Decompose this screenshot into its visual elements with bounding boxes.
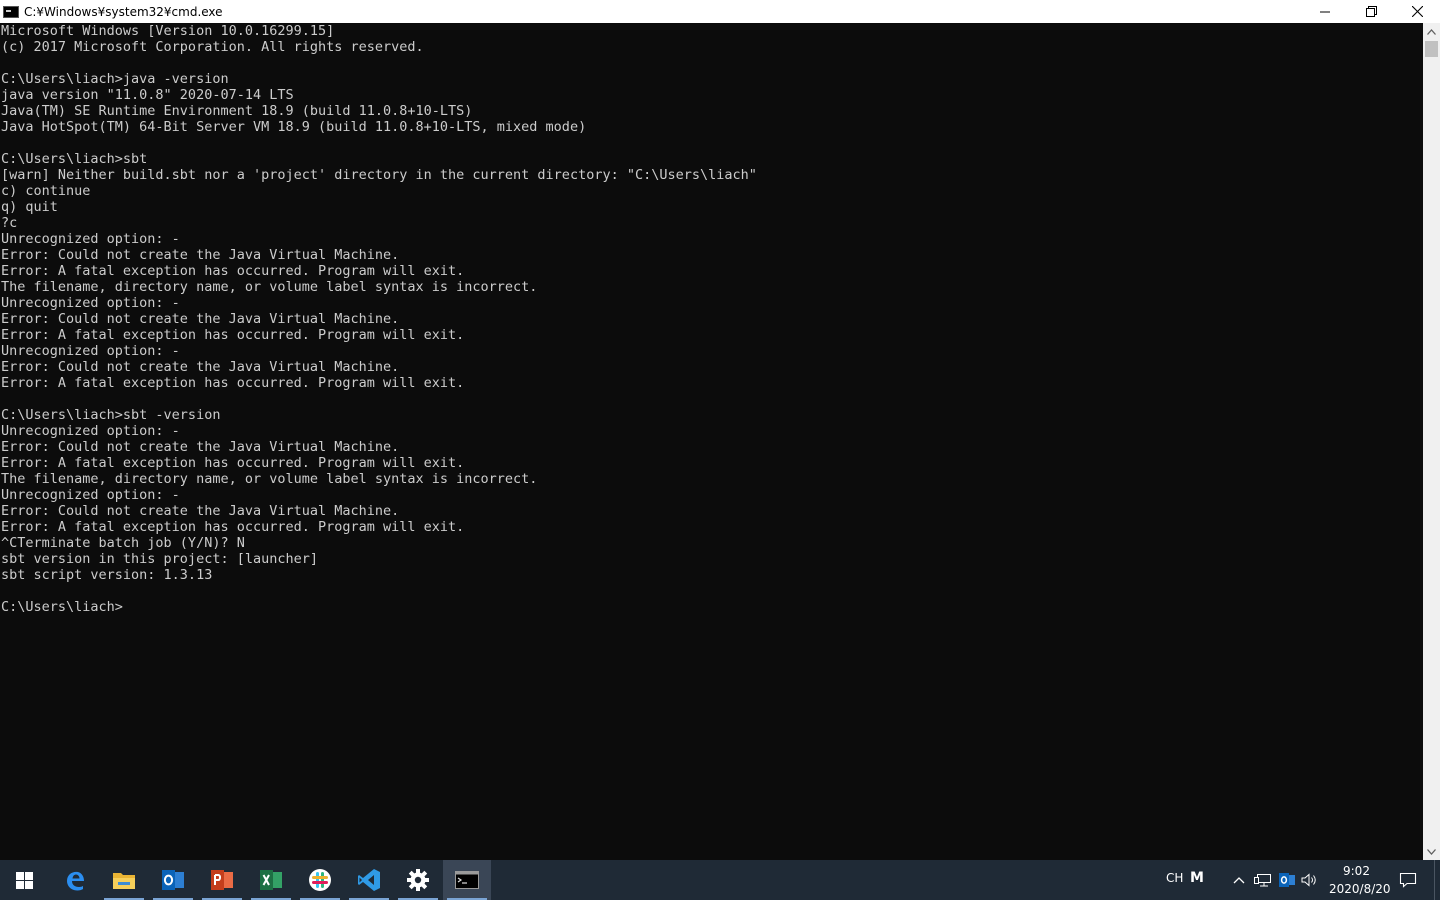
console-line: Error: Could not create the Java Virtual… xyxy=(1,503,400,519)
console-line: (c) 2017 Microsoft Corporation. All righ… xyxy=(1,39,424,55)
console-line: Error: A fatal exception has occurred. P… xyxy=(1,519,465,535)
outlook-tray-button[interactable] xyxy=(1277,860,1297,900)
console-line: Error: Could not create the Java Virtual… xyxy=(1,311,400,327)
scroll-down-button[interactable] xyxy=(1423,843,1440,860)
console-line: java version "11.0.8" 2020-07-14 LTS xyxy=(1,87,294,103)
minimize-button[interactable] xyxy=(1302,0,1348,23)
console-line: Error: A fatal exception has occurred. P… xyxy=(1,455,465,471)
console-line: Unrecognized option: - xyxy=(1,295,180,311)
console-line: ?c xyxy=(1,215,18,231)
network-tray-button[interactable] xyxy=(1253,860,1273,900)
taskbar: CH M 9:02 2020/8/20 xyxy=(0,860,1440,900)
cmd-app-icon xyxy=(3,5,19,18)
file-explorer-icon xyxy=(113,873,135,889)
close-icon xyxy=(1411,6,1423,17)
volume-tray-button[interactable] xyxy=(1300,860,1320,900)
speaker-icon xyxy=(1301,873,1316,887)
network-icon xyxy=(1254,874,1271,887)
clock-date: 2020/8/20 xyxy=(1329,882,1391,896)
console-line: Error: A fatal exception has occurred. P… xyxy=(1,375,465,391)
taskbar-app-edge[interactable] xyxy=(51,860,99,900)
console-line: C:\Users\liach>java -version xyxy=(1,71,229,87)
taskbar-app-file-explorer[interactable] xyxy=(100,860,148,900)
taskbar-app-powerpoint[interactable] xyxy=(198,860,246,900)
console-line: Error: Could not create the Java Virtual… xyxy=(1,359,400,375)
chevron-up-icon xyxy=(1427,28,1436,35)
restore-icon xyxy=(1365,6,1377,17)
console-line: q) quit xyxy=(1,199,58,215)
window-title: C:¥Windows¥system32¥cmd.exe xyxy=(24,4,223,19)
console-line: ^CTerminate batch job (Y/N)? N xyxy=(1,535,245,551)
console-line: C:\Users\liach>sbt -version xyxy=(1,407,221,423)
clock-button[interactable]: 9:02 2020/8/20 xyxy=(1326,860,1391,900)
console-line: Unrecognized option: - xyxy=(1,487,180,503)
show-desktop-button[interactable] xyxy=(1434,860,1440,900)
scroll-thumb[interactable] xyxy=(1425,41,1438,57)
console-text: Microsoft Windows [Version 10.0.16299.15… xyxy=(0,23,1423,615)
console-line: Java(TM) SE Runtime Environment 18.9 (bu… xyxy=(1,103,473,119)
taskbar-app-vscode[interactable] xyxy=(345,860,393,900)
show-hidden-icons-button[interactable] xyxy=(1230,860,1248,900)
chevron-down-icon xyxy=(1427,848,1436,855)
clock-time: 9:02 xyxy=(1343,864,1370,878)
language-indicator[interactable]: CH xyxy=(1166,871,1183,885)
console-line: Java HotSpot(TM) 64-Bit Server VM 18.9 (… xyxy=(1,119,587,135)
ime-indicator[interactable]: M xyxy=(1190,870,1204,886)
powerpoint-icon xyxy=(211,870,233,890)
window-titlebar[interactable]: C:¥Windows¥system32¥cmd.exe xyxy=(0,0,1440,23)
taskbar-app-settings[interactable] xyxy=(394,860,442,900)
close-button[interactable] xyxy=(1394,0,1440,23)
window-controls xyxy=(1302,0,1440,23)
console-line: sbt script version: 1.3.13 xyxy=(1,567,213,583)
windows-logo-icon xyxy=(15,871,33,889)
notification-icon xyxy=(1399,872,1417,888)
console-line: Unrecognized option: - xyxy=(1,231,180,247)
console-line: Error: Could not create the Java Virtual… xyxy=(1,439,400,455)
console-line: The filename, directory name, or volume … xyxy=(1,279,538,295)
console-line: Error: Could not create the Java Virtual… xyxy=(1,247,400,263)
vscode-icon xyxy=(358,869,380,891)
console-line: Unrecognized option: - xyxy=(1,423,180,439)
console-line: Microsoft Windows [Version 10.0.16299.15… xyxy=(1,23,335,39)
minimize-icon xyxy=(1320,11,1330,12)
settings-icon xyxy=(407,869,429,891)
taskbar-app-excel[interactable] xyxy=(247,860,295,900)
slack-icon xyxy=(309,869,331,891)
vertical-scrollbar[interactable] xyxy=(1423,23,1440,860)
console-line: Unrecognized option: - xyxy=(1,343,180,359)
console-line: [warn] Neither build.sbt nor a 'project'… xyxy=(1,167,757,183)
command-prompt-icon xyxy=(455,871,479,889)
console-line: Error: A fatal exception has occurred. P… xyxy=(1,327,465,343)
action-center-button[interactable] xyxy=(1394,860,1422,900)
start-button[interactable] xyxy=(0,860,48,900)
console-line: C:\Users\liach> xyxy=(1,599,123,615)
scroll-up-button[interactable] xyxy=(1423,23,1440,40)
console-line: C:\Users\liach>sbt xyxy=(1,151,148,167)
restore-button[interactable] xyxy=(1348,0,1394,23)
console-line: Error: A fatal exception has occurred. P… xyxy=(1,263,465,279)
taskbar-app-outlook[interactable] xyxy=(149,860,197,900)
taskbar-app-command-prompt[interactable] xyxy=(443,860,491,900)
outlook-tray-icon xyxy=(1279,873,1295,887)
console-line: The filename, directory name, or volume … xyxy=(1,471,538,487)
excel-icon xyxy=(260,870,282,890)
console-line: c) continue xyxy=(1,183,91,199)
outlook-icon xyxy=(162,870,184,890)
console-line: sbt version in this project: [launcher] xyxy=(1,551,318,567)
console-output[interactable]: Microsoft Windows [Version 10.0.16299.15… xyxy=(0,23,1423,860)
taskbar-app-slack[interactable] xyxy=(296,860,344,900)
edge-icon xyxy=(67,871,84,891)
chevron-up-icon xyxy=(1233,877,1245,884)
